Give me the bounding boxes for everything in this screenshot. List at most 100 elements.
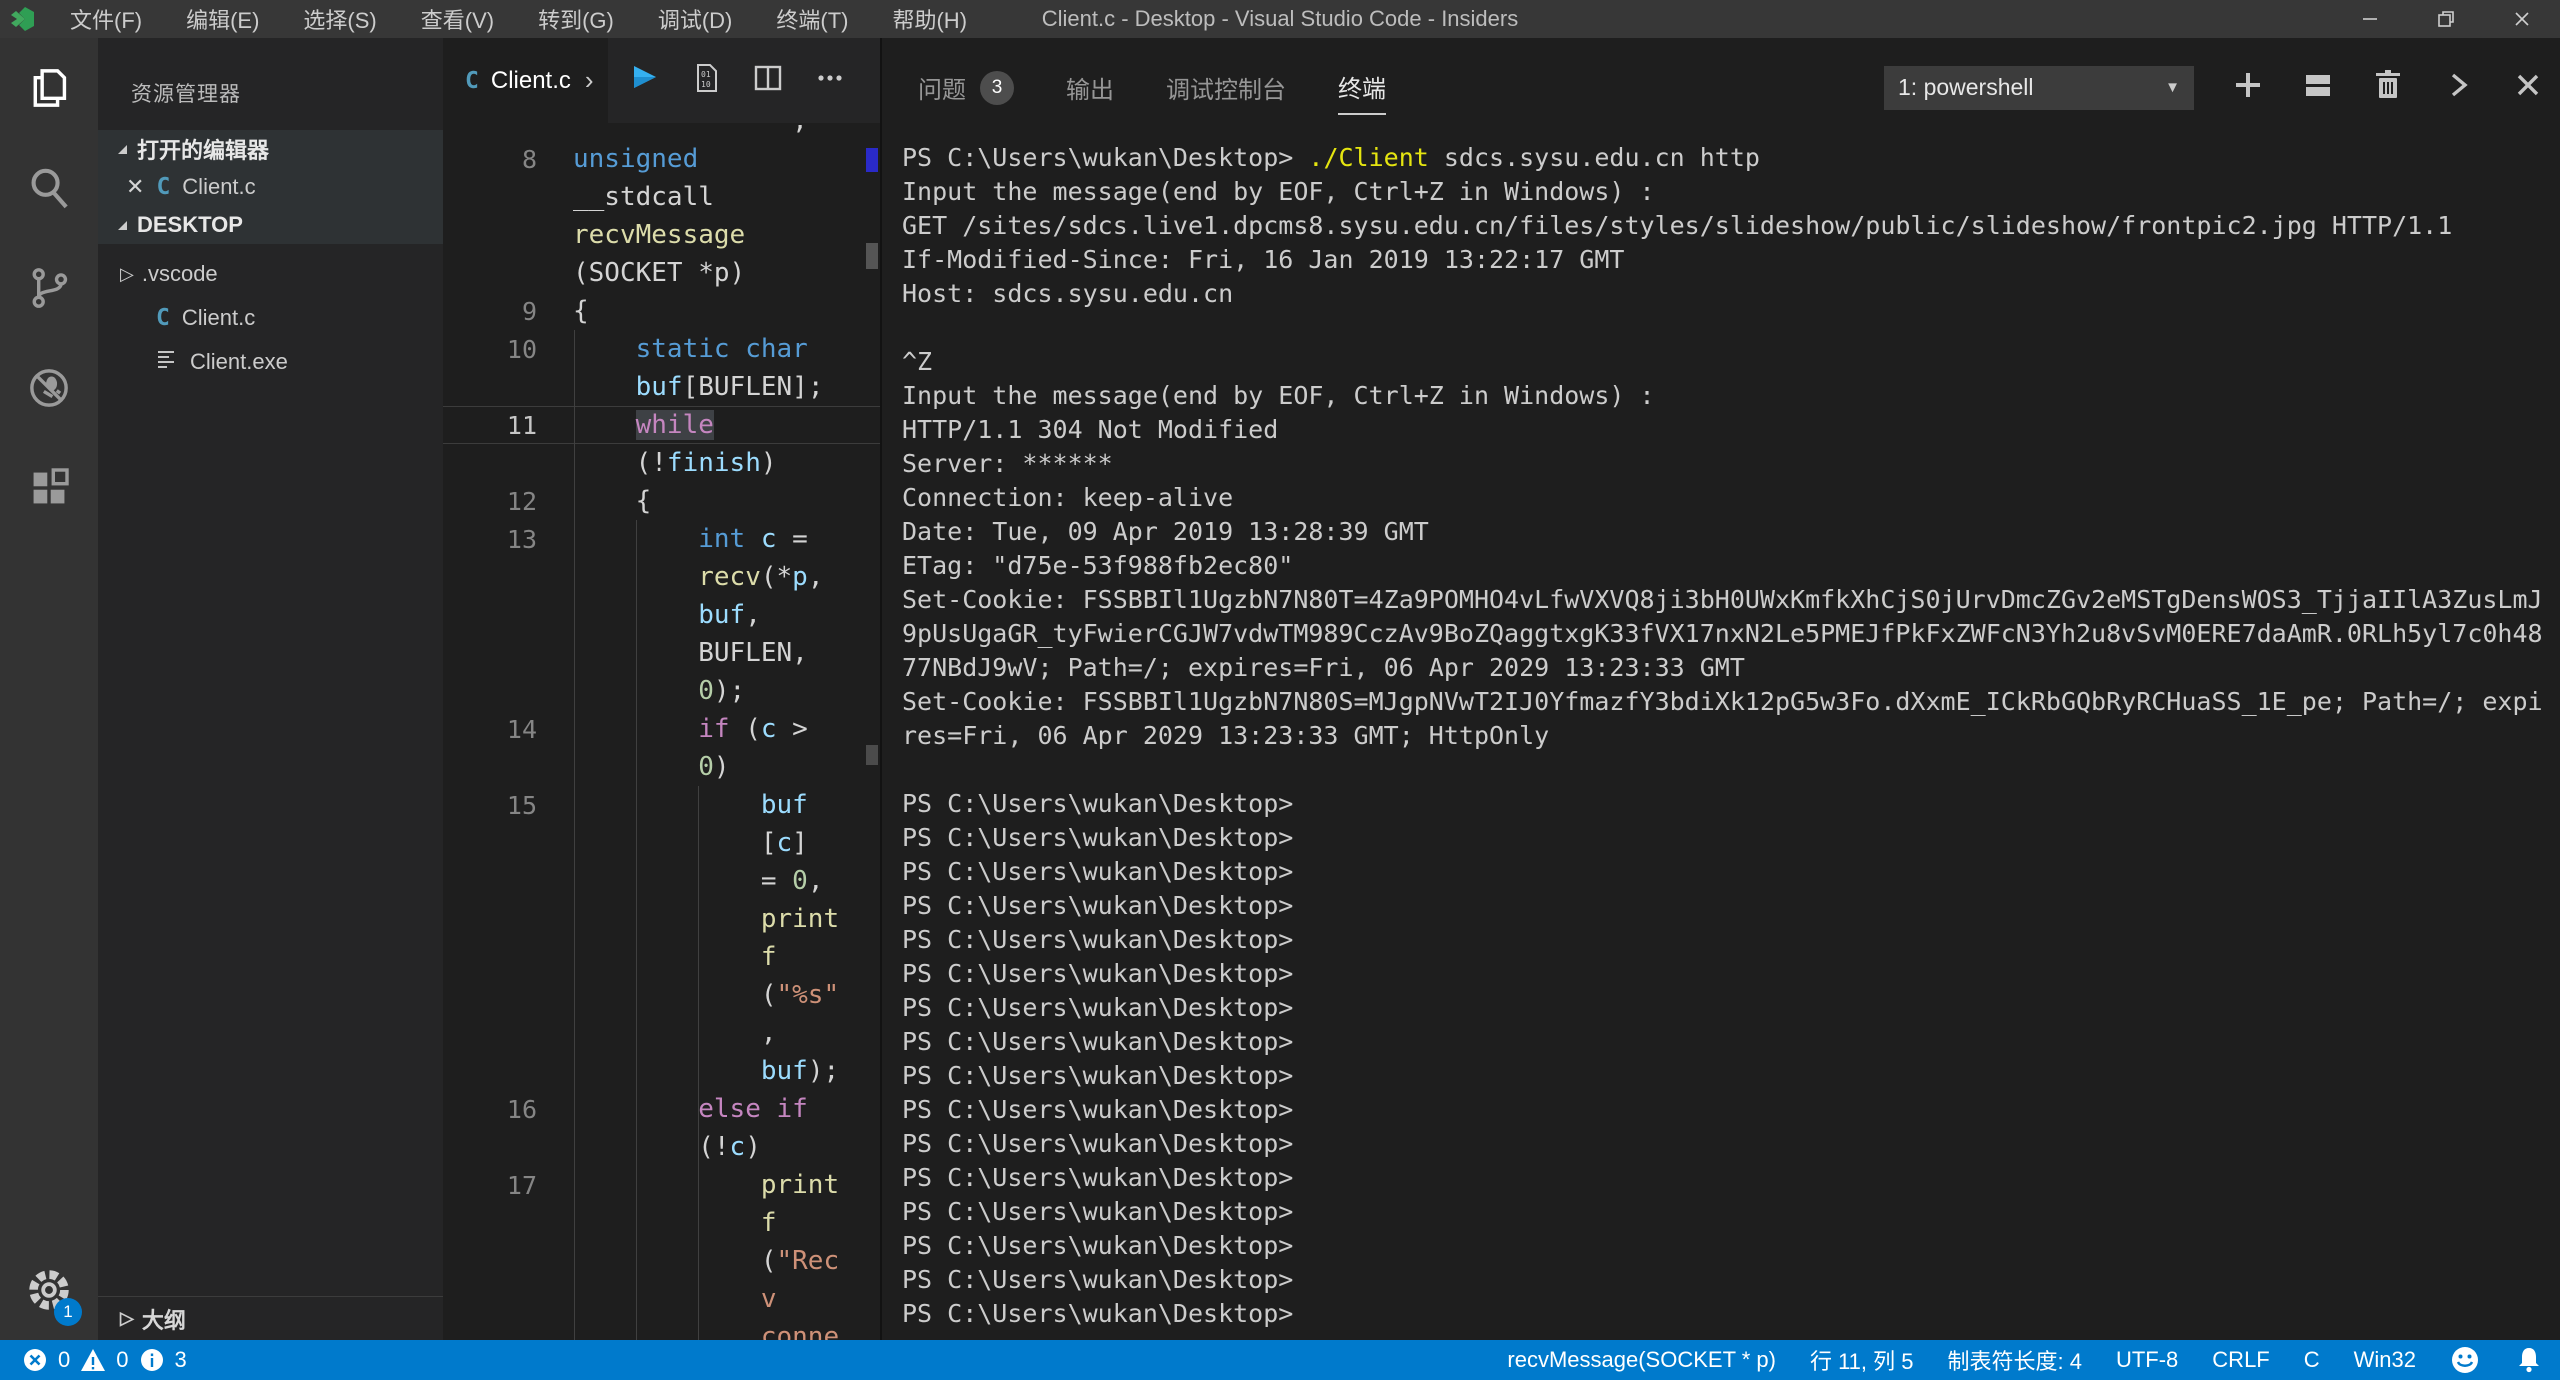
editor-tab-bar: C Client.c › 01 10 <box>443 38 880 123</box>
panel-tab-label: 调试控制台 <box>1166 70 1286 105</box>
debug-icon[interactable] <box>0 338 98 438</box>
tab-client-c[interactable]: C Client.c › <box>443 38 608 123</box>
code-text: buf); <box>573 1056 839 1086</box>
c-file-icon: C <box>465 68 479 94</box>
chevron-right-icon[interactable] <box>2442 69 2474 106</box>
code-token <box>573 1322 761 1340</box>
terminal-text: Host: sdcs.sysu.edu.cn <box>902 279 1233 308</box>
close-panel-button[interactable] <box>2512 69 2544 106</box>
code-token: v <box>761 1284 777 1314</box>
chevron-right-icon: › <box>585 65 594 96</box>
scrollbar-thumb[interactable] <box>866 243 878 269</box>
status-encoding[interactable]: UTF-8 <box>2116 1347 2178 1373</box>
terminal-text: ./Client <box>1308 143 1428 172</box>
status-cursor-position[interactable]: 行 11, 列 5 <box>1810 1344 1914 1376</box>
vscode-insiders-logo-icon <box>8 5 38 33</box>
outline-section[interactable]: ▷ 大纲 <box>98 1296 443 1340</box>
status-bar: 0 0 3 recvMessage(SOCKET * p) 行 11, 列 5 制表… <box>0 1340 2560 1380</box>
terminal-line: Host: sdcs.sysu.edu.cn <box>902 276 2560 310</box>
outline-label: 大纲 <box>142 1303 186 1335</box>
code-row: buf); <box>443 1052 880 1090</box>
code-token: print <box>761 904 839 934</box>
code-token <box>573 1284 761 1314</box>
code-token: [ <box>573 828 777 858</box>
code-token: c <box>761 714 777 744</box>
menu-item-1[interactable]: 编辑(E) <box>164 0 281 38</box>
menu-item-3[interactable]: 查看(V) <box>399 0 516 38</box>
status-tab-size[interactable]: 制表符长度: 4 <box>1948 1344 2082 1376</box>
panel-tab-2[interactable]: 调试控制台 <box>1166 61 1286 115</box>
problems-status[interactable]: 0 0 3 <box>22 1347 187 1373</box>
code-editor[interactable]: ,8unsigned__stdcallrecvMessage(SOCKET *p… <box>443 123 880 1340</box>
terminal-text: GET /sites/sdcs.live1.dpcms8.sysu.edu.cn… <box>902 211 2452 240</box>
panel-tab-3[interactable]: 终端 <box>1338 61 1386 115</box>
tree-item-.vscode[interactable]: ▷.vscode <box>98 252 443 296</box>
line-number: 14 <box>443 715 573 744</box>
status-symbol[interactable]: recvMessage(SOCKET * p) <box>1507 1347 1776 1373</box>
panel-tab-1[interactable]: 输出 <box>1066 61 1114 115</box>
menu-item-7[interactable]: 帮助(H) <box>870 0 989 38</box>
menu-item-2[interactable]: 选择(S) <box>281 0 398 38</box>
settings-gear-icon[interactable]: 1 <box>0 1240 98 1340</box>
code-token: = <box>777 524 808 554</box>
restore-button[interactable] <box>2408 0 2484 38</box>
tree-item-Client.c[interactable]: CClient.c <box>98 296 443 340</box>
feedback-smiley-icon[interactable] <box>2450 1345 2480 1375</box>
status-eol[interactable]: CRLF <box>2212 1347 2269 1373</box>
open-editor-item[interactable]: ✕ C Client.c <box>98 168 443 206</box>
terminal-line: PS C:\Users\wukan\Desktop> <box>902 854 2560 888</box>
menu-item-5[interactable]: 调试(D) <box>636 0 755 38</box>
terminal-line: PS C:\Users\wukan\Desktop> ./Client sdcs… <box>902 140 2560 174</box>
kill-terminal-button[interactable] <box>2372 69 2404 106</box>
terminal-line: PS C:\Users\wukan\Desktop> <box>902 1126 2560 1160</box>
code-token: (SOCKET *p) <box>573 258 745 288</box>
code-token: 0 <box>792 866 808 896</box>
code-token: recv <box>698 562 761 592</box>
panel-tab-0[interactable]: 问题3 <box>918 61 1014 115</box>
terminal-line: PS C:\Users\wukan\Desktop> <box>902 956 2560 990</box>
status-language[interactable]: C <box>2304 1347 2320 1373</box>
menu-item-4[interactable]: 转到(G) <box>516 0 636 38</box>
binary-file-button[interactable]: 01 10 <box>690 62 722 99</box>
search-icon[interactable] <box>0 138 98 238</box>
terminal-output[interactable]: PS C:\Users\wukan\Desktop> ./Client sdcs… <box>882 123 2560 1340</box>
code-token: buf <box>761 1056 808 1086</box>
terminal-line: Input the message(end by EOF, Ctrl+Z in … <box>902 174 2560 208</box>
code-token: buf <box>761 790 808 820</box>
close-editor-icon[interactable]: ✕ <box>126 174 144 200</box>
split-editor-button[interactable] <box>752 62 784 99</box>
status-platform[interactable]: Win32 <box>2354 1347 2416 1373</box>
split-terminal-button[interactable] <box>2302 69 2334 106</box>
terminal-text: PS C:\Users\wukan\Desktop> <box>902 823 1293 852</box>
code-row: (SOCKET *p) <box>443 254 880 292</box>
terminal-text: Set-Cookie: FSSBBIl1UgzbN7N80T=4Za9POMHO… <box>902 585 2543 614</box>
terminal-line: PS C:\Users\wukan\Desktop> <box>902 1024 2560 1058</box>
more-actions-button[interactable] <box>814 62 846 99</box>
overview-ruler[interactable] <box>864 123 880 1340</box>
dropdown-arrow-icon: ▼ <box>2165 79 2180 96</box>
explorer-icon[interactable] <box>0 38 98 138</box>
new-terminal-button[interactable] <box>2232 69 2264 106</box>
open-editors-header[interactable]: 打开的编辑器 <box>98 130 443 168</box>
terminal-text: Set-Cookie: FSSBBIl1UgzbN7N80S=MJgpNVwT2… <box>902 687 2543 716</box>
terminal-select[interactable]: 1: powershell ▼ <box>1884 66 2194 110</box>
source-control-icon[interactable] <box>0 238 98 338</box>
tree-item-Client.exe[interactable]: Client.exe <box>98 340 443 384</box>
extensions-icon[interactable] <box>0 438 98 538</box>
code-token: c <box>730 1132 746 1162</box>
warning-icon <box>80 1347 106 1373</box>
c-file-icon: C <box>156 305 170 331</box>
terminal-line: HTTP/1.1 304 Not Modified <box>902 412 2560 446</box>
folder-header[interactable]: DESKTOP <box>98 206 443 244</box>
close-window-button[interactable] <box>2484 0 2560 38</box>
minimize-button[interactable] <box>2332 0 2408 38</box>
menu-item-0[interactable]: 文件(F) <box>48 0 164 38</box>
menu-item-6[interactable]: 终端(T) <box>754 0 870 38</box>
code-token: = <box>573 866 792 896</box>
code-row: [c] <box>443 824 880 862</box>
terminal-line: PS C:\Users\wukan\Desktop> <box>902 922 2560 956</box>
code-row: recvMessage <box>443 216 880 254</box>
code-token: char <box>745 334 808 364</box>
notifications-bell-icon[interactable] <box>2514 1345 2544 1375</box>
run-code-button[interactable] <box>628 62 660 99</box>
